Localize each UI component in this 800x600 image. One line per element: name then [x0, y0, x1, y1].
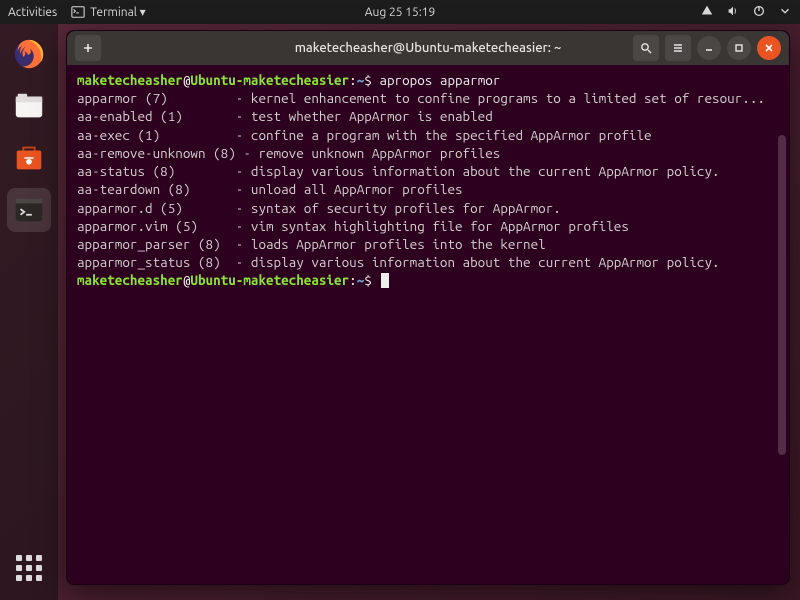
output-line: apparmor_status (8) - display various in… [77, 254, 720, 270]
clock[interactable]: Aug 25 15:19 [365, 6, 436, 19]
files-icon [12, 89, 46, 123]
output-line: apparmor.d (5) - syntax of security prof… [77, 200, 561, 216]
power-icon [752, 4, 766, 21]
app-menu[interactable]: Terminal ▾ [71, 5, 145, 19]
activities-button[interactable]: Activities [8, 6, 57, 19]
prompt-user: maketecheasher [77, 272, 183, 288]
prompt-user: maketecheasher [77, 72, 183, 88]
prompt-sigil: $ [364, 72, 372, 88]
new-tab-button[interactable] [75, 35, 101, 61]
terminal-icon [12, 193, 46, 227]
window-titlebar[interactable]: maketecheasher@Ubuntu-maketecheasier: ~ [67, 31, 789, 65]
volume-icon [726, 4, 740, 21]
output-line: aa-exec (1) - confine a program with the… [77, 127, 652, 143]
system-tray[interactable] [700, 4, 792, 21]
dock-files[interactable] [7, 84, 51, 128]
output-line: apparmor (7) - kernel enhancement to con… [77, 90, 765, 106]
search-icon [640, 42, 652, 54]
minimize-icon [703, 42, 715, 54]
hamburger-icon [672, 42, 684, 54]
output-line: apparmor_parser (8) - loads AppArmor pro… [77, 236, 546, 252]
dock-terminal[interactable] [7, 188, 51, 232]
prompt-host: Ubuntu-maketecheasier [190, 72, 349, 88]
maximize-icon [733, 42, 745, 54]
output-line: aa-teardown (8) - unload all AppArmor pr… [77, 181, 463, 197]
close-icon [763, 42, 775, 54]
output-line: aa-status (8) - display various informat… [77, 163, 720, 179]
output-line: apparmor.vim (5) - vim syntax highlighti… [77, 218, 629, 234]
gnome-top-panel: Activities Terminal ▾ Aug 25 15:19 [0, 0, 800, 24]
terminal-body[interactable]: maketecheasher@Ubuntu-maketecheasier:~$ … [67, 65, 789, 584]
command-text: apropos apparmor [379, 72, 500, 88]
cursor [381, 273, 389, 288]
apps-grid-icon [16, 555, 42, 581]
prompt-host: Ubuntu-maketecheasier [190, 272, 349, 288]
minimize-button[interactable] [697, 36, 721, 60]
dock-software[interactable] [7, 136, 51, 180]
dock [0, 24, 58, 600]
output-line: aa-enabled (1) - test whether AppArmor i… [77, 108, 493, 124]
output-line: aa-remove-unknown (8) - remove unknown A… [77, 145, 500, 161]
plus-icon [82, 42, 94, 54]
firefox-icon [12, 37, 46, 71]
hamburger-menu-button[interactable] [665, 35, 691, 61]
scrollbar[interactable] [778, 135, 786, 455]
close-button[interactable] [757, 36, 781, 60]
prompt-sigil: $ [364, 272, 372, 288]
window-title: maketecheasher@Ubuntu-maketecheasier: ~ [295, 41, 562, 55]
app-menu-label: Terminal ▾ [90, 5, 145, 19]
dock-show-apps[interactable] [7, 546, 51, 590]
dock-firefox[interactable] [7, 32, 51, 76]
search-button[interactable] [633, 35, 659, 61]
terminal-small-icon [71, 5, 85, 19]
maximize-button[interactable] [727, 36, 751, 60]
software-icon [12, 141, 46, 175]
network-icon [700, 4, 714, 21]
chevron-down-icon [778, 4, 792, 21]
terminal-window: maketecheasher@Ubuntu-maketecheasier: ~ … [66, 30, 790, 585]
